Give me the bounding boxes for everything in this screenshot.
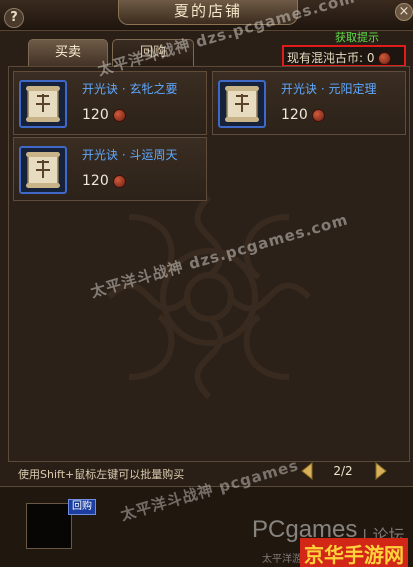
shop-item[interactable]: 开光诀 · 玄牝之要 120 xyxy=(13,71,207,135)
item-price: 120 xyxy=(82,107,127,123)
item-name: 开光诀 · 玄牝之要 xyxy=(82,82,178,96)
buyback-slot[interactable] xyxy=(26,503,72,549)
chaos-coin-icon xyxy=(113,174,127,188)
item-price: 120 xyxy=(82,173,127,189)
watermark-small: 太平洋游 xyxy=(262,554,302,565)
chaos-coin-icon xyxy=(378,52,392,65)
item-name: 开光诀 · 元阳定理 xyxy=(281,82,377,96)
item-name: 开光诀 · 斗运周天 xyxy=(82,148,178,162)
scroll-icon xyxy=(218,80,266,128)
price-value: 120 xyxy=(82,107,109,123)
get-tips-link[interactable]: 获取提示 xyxy=(335,29,379,45)
jinghua-logo: 京华手游网 xyxy=(300,538,408,567)
chaos-coin-icon xyxy=(312,108,326,122)
page-indicator: 2/2 xyxy=(333,464,353,478)
currency-amount: 0 xyxy=(366,51,375,65)
chaos-coin-icon xyxy=(113,108,127,122)
price-value: 120 xyxy=(281,107,308,123)
currency-label: 现有混沌古币: xyxy=(287,51,364,65)
shop-window: 夏的店铺 ? × 买卖 回购 获取提示 现有混沌古币: 0 开光诀 · 玄牝之要… xyxy=(0,0,413,567)
price-value: 120 xyxy=(82,173,109,189)
close-button[interactable]: × xyxy=(395,3,413,21)
scroll-icon xyxy=(19,80,67,128)
scroll-icon xyxy=(19,146,67,194)
next-page-icon[interactable] xyxy=(368,462,388,480)
shop-item[interactable]: 开光诀 · 元阳定理 120 xyxy=(212,71,406,135)
pager: 2/2 xyxy=(296,462,390,482)
prev-page-icon[interactable] xyxy=(300,462,320,480)
buyback-tag: 回购 xyxy=(68,499,96,515)
item-price: 120 xyxy=(281,107,326,123)
currency-display: 现有混沌古币: 0 xyxy=(282,45,406,67)
help-button[interactable]: ? xyxy=(4,8,24,28)
shop-item[interactable]: 开光诀 · 斗运周天 120 xyxy=(13,137,207,201)
bulk-buy-hint: 使用Shift+鼠标左键可以批量购买 xyxy=(18,468,185,481)
